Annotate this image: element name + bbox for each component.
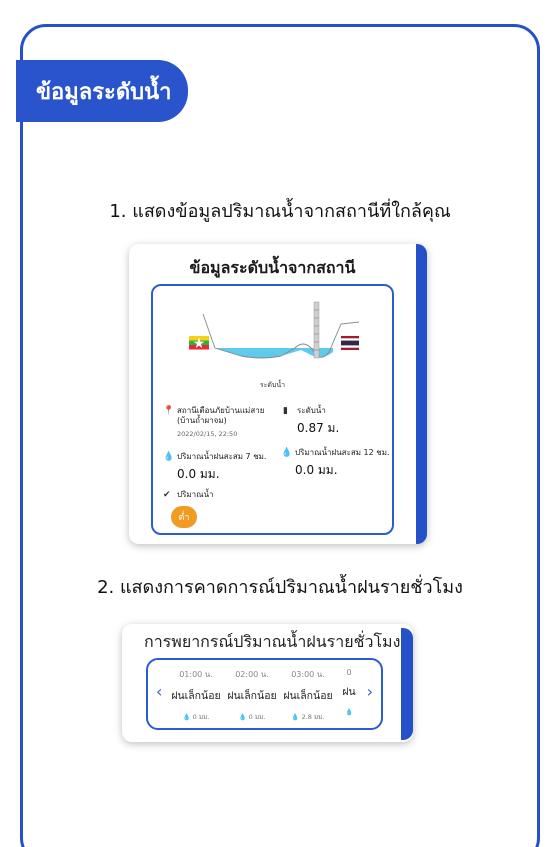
station-card: ข้อมูลระดับน้ำจากสถานี ระดับน้ำ 📍 สถานีเ… xyxy=(129,244,427,544)
water-level-label: ระดับน้ำ xyxy=(297,406,326,415)
rain-12h-info: 💧 ปริมาณน้ำฝนสะสม 12 ชม. 0.0 มม. xyxy=(281,448,396,480)
station-name: สถานีเตือนภัยบ้านแม่สาย xyxy=(177,406,265,415)
forecast-card-title: การพยากรณ์ปริมาณน้ำฝนรายชั่วโมง xyxy=(144,632,401,651)
caption-forecast: 2. แสดงการคาดการณ์ปริมาณน้ำฝนรายชั่วโมง xyxy=(97,577,463,598)
river-diagram-label: ระดับน้ำ xyxy=(259,381,286,389)
check-circle-icon: ✔ xyxy=(163,490,171,500)
hour-time: 0 xyxy=(346,668,352,677)
ruler-icon: ▮ xyxy=(283,406,288,416)
hour-rain: 💧 0 มม. xyxy=(238,713,266,721)
station-info: 📍 สถานีเตือนภัยบ้านแม่สาย (บ้านถ้ำผาจม) … xyxy=(163,406,273,438)
page-title-tab: ข้อมูลระดับน้ำ xyxy=(16,60,188,122)
hour-description: ฝนเล็กน้อย xyxy=(227,690,277,702)
rain-12h-label: ปริมาณน้ำฝนสะสม 12 ชม. xyxy=(295,448,390,457)
river-cross-section-diagram xyxy=(189,301,360,359)
card-accent xyxy=(416,244,427,544)
caption-station-info: 1. แสดงข้อมูลปริมาณน้ำจากสถานีที่ใกล้คุณ xyxy=(109,201,451,222)
hour-description: ฝนเล็กน้อย xyxy=(171,690,221,702)
volume-info: ✔ ปริมาณน้ำ xyxy=(163,490,273,500)
chevron-left-icon[interactable]: ‹ xyxy=(156,682,162,701)
station-timestamp: 2022/02/15, 22:50 xyxy=(177,430,238,438)
hour-forecast-item[interactable]: 01:00 น. ฝนเล็กน้อย 💧 0 มม. xyxy=(168,668,224,722)
water-level-value: 0.87 ม. xyxy=(297,421,340,435)
hourly-forecast-carousel: ‹ › 01:00 น. ฝนเล็กน้อย 💧 0 มม. 02:00 น.… xyxy=(146,658,383,730)
rain-7h-value: 0.0 มม. xyxy=(177,467,220,481)
thailand-flag-icon xyxy=(340,335,360,351)
forecast-card: การพยากรณ์ปริมาณน้ำฝนรายชั่วโมง ‹ › 01:0… xyxy=(122,624,413,742)
volume-label: ปริมาณน้ำ xyxy=(177,490,214,499)
water-level-info: ▮ ระดับน้ำ 0.87 ม. xyxy=(283,406,393,438)
station-detail-panel: ระดับน้ำ 📍 สถานีเตือนภัยบ้านแม่สาย (บ้าน… xyxy=(151,284,394,535)
hour-time: 01:00 น. xyxy=(179,670,213,679)
hour-forecast-item[interactable]: 03:00 น. ฝนเล็กน้อย 💧 2.8 มม. xyxy=(280,668,336,722)
chevron-right-icon[interactable]: › xyxy=(367,682,373,701)
card-accent xyxy=(401,628,413,740)
hour-description: ฝน xyxy=(342,686,356,698)
rain-7h-info: 💧 ปริมาณน้ำฝนสะสม 7 ชม. 0.0 มม. xyxy=(163,452,278,484)
hour-rain: 💧 0 มม. xyxy=(182,713,210,721)
station-name-line2: (บ้านถ้ำผาจม) xyxy=(177,416,227,425)
myanmar-flag-icon xyxy=(189,336,209,350)
hour-time: 03:00 น. xyxy=(291,670,325,679)
rain-7h-label: ปริมาณน้ำฝนสะสม 7 ชม. xyxy=(177,452,267,461)
hour-rain: 💧 xyxy=(344,708,354,716)
station-card-title: ข้อมูลระดับน้ำจากสถานี xyxy=(189,258,356,277)
volume-status-badge: ต่ำ xyxy=(171,506,197,528)
hour-forecast-item[interactable]: 02:00 น. ฝนเล็กน้อย 💧 0 มม. xyxy=(224,668,280,722)
page-title: ข้อมูลระดับน้ำ xyxy=(36,79,172,105)
hour-forecast-item[interactable]: 0 ฝน 💧 xyxy=(336,668,362,716)
gauge-tower-icon xyxy=(313,301,320,359)
raindrop-icon: 💧 xyxy=(163,452,175,462)
location-pin-icon: 📍 xyxy=(163,406,175,416)
hour-rain: 💧 2.8 มม. xyxy=(291,713,325,721)
raindrop-icon: 💧 xyxy=(281,448,293,458)
hour-description: ฝนเล็กน้อย xyxy=(283,690,333,702)
rain-12h-value: 0.0 มม. xyxy=(295,463,338,477)
hour-time: 02:00 น. xyxy=(235,670,269,679)
